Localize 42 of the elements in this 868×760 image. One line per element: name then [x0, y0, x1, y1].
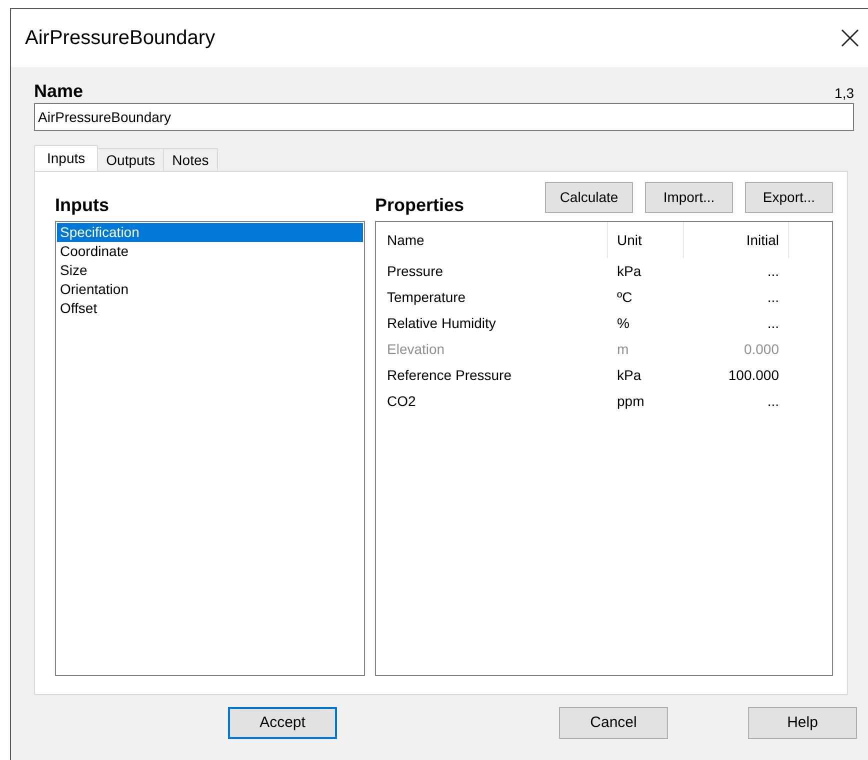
properties-heading: Properties	[375, 194, 464, 217]
table-cell-text: CO2	[386, 392, 417, 410]
table-cell-text: Relative Humidity	[386, 314, 497, 333]
dialog-button[interactable]: Cancel	[559, 707, 668, 739]
table-cell-text: Pressure	[386, 262, 444, 280]
list-item[interactable]: Orientation	[57, 280, 363, 299]
column-header[interactable]: Initial	[684, 222, 789, 258]
toolbar-button[interactable]: Import...	[645, 182, 733, 213]
tab[interactable]: Notes	[164, 148, 218, 171]
name-field[interactable]: AirPressureBoundary	[34, 103, 854, 131]
window-title: AirPressureBoundary	[25, 26, 216, 51]
inputs-heading: Inputs	[55, 194, 109, 217]
version-label: 1,3	[834, 85, 854, 101]
table-cell-text: Elevation	[386, 340, 446, 358]
table-cell-text: 0.000	[742, 340, 780, 358]
table-cell-text: Reference Pressure	[386, 366, 513, 384]
close-icon[interactable]	[840, 28, 860, 48]
tab[interactable]: Outputs	[98, 148, 164, 171]
table-cell-text: kPa	[616, 262, 642, 280]
table-cell-text: Temperature	[386, 288, 467, 307]
tab[interactable]: Inputs	[34, 145, 98, 171]
table-cell-text: ppm	[616, 392, 646, 411]
toolbar-button[interactable]: Calculate	[545, 182, 633, 213]
table-cell-text: ...	[766, 288, 780, 306]
column-header[interactable]: Name	[376, 222, 608, 258]
table-cell-text: kPa	[616, 366, 642, 384]
name-label: Name	[34, 81, 84, 101]
table-cell-text: ...	[766, 262, 780, 280]
list-item[interactable]: Offset	[57, 299, 363, 318]
dialog-button[interactable]: Help	[748, 707, 857, 739]
list-item[interactable]: Size	[57, 261, 363, 280]
table-cell-text: ...	[766, 314, 780, 332]
column-header[interactable]: Unit	[608, 222, 684, 258]
table-cell-text: 100.000	[727, 366, 780, 384]
table-cell-text: %	[616, 314, 630, 332]
list-item[interactable]: Coordinate	[57, 242, 363, 261]
table-cell-text: ...	[766, 392, 780, 410]
dialog-button[interactable]: Accept	[228, 707, 337, 739]
table-cell-text: m	[616, 340, 630, 358]
toolbar-button[interactable]: Export...	[745, 182, 833, 213]
list-item[interactable]: Specification	[57, 223, 363, 242]
table-cell-text: ºC	[616, 288, 634, 306]
